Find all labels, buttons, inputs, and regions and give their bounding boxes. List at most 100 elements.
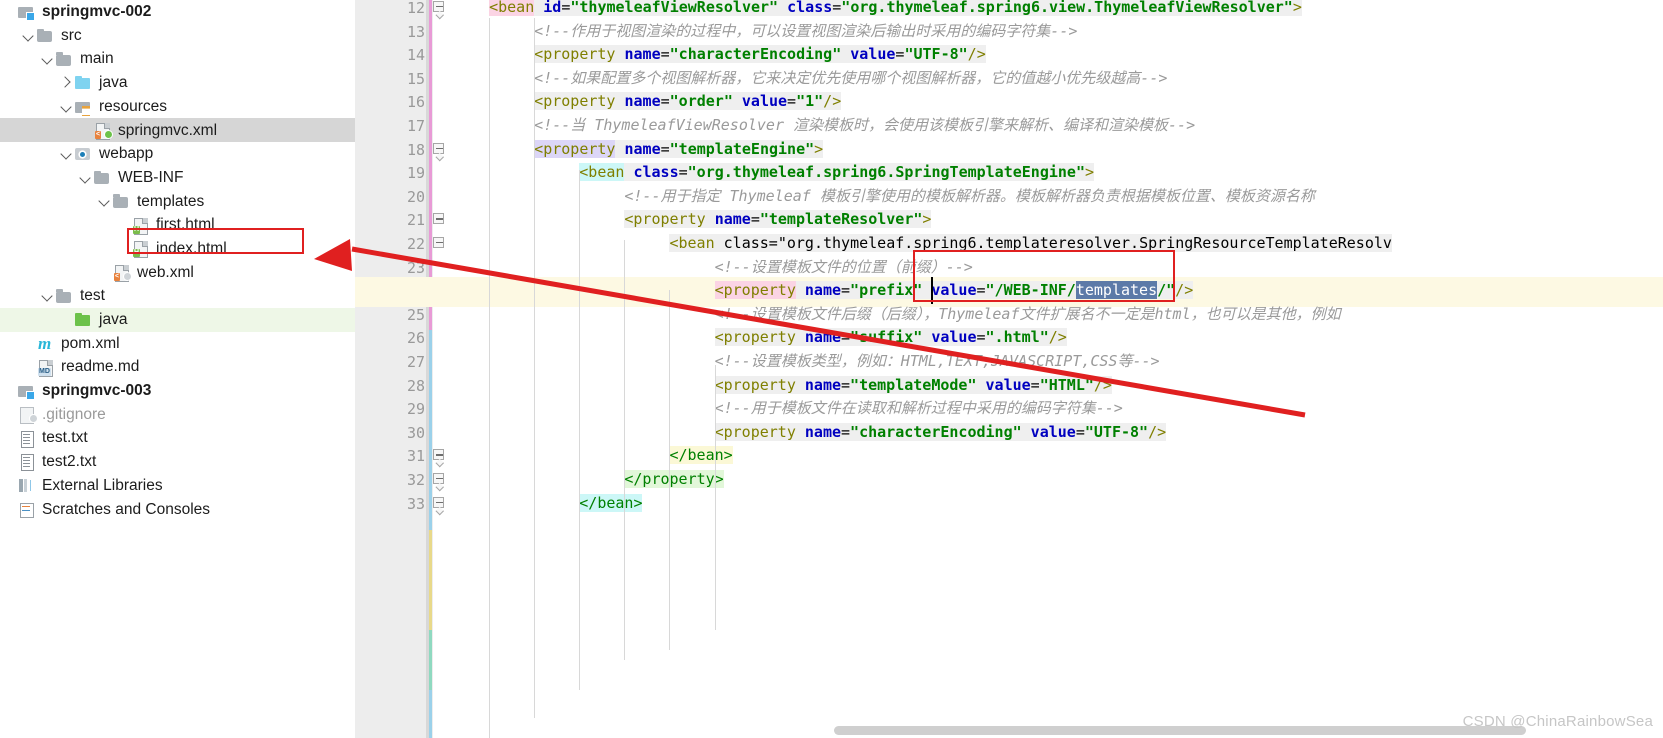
tree-item-external-libraries[interactable]: External Libraries <box>0 474 355 498</box>
tree-item-index-html[interactable]: Hindex.html <box>0 237 355 261</box>
code-content[interactable]: <bean id="thymeleafViewResolver" class="… <box>453 0 1663 738</box>
tree-item-main[interactable]: main <box>0 47 355 71</box>
tree-item-java[interactable]: java <box>0 71 355 95</box>
code-line-18[interactable]: <property name="templateEngine"> <box>534 139 823 159</box>
tree-item-src[interactable]: src <box>0 24 355 48</box>
code-line-28[interactable]: <property name="templateMode" value="HTM… <box>715 375 1112 395</box>
code-line-14[interactable]: <property name="characterEncoding" value… <box>534 44 986 64</box>
code-folding-strip[interactable] <box>429 0 453 738</box>
tree-item-test[interactable]: test <box>0 284 355 308</box>
project-tree-panel[interactable]: springmvc-002srcmainjavaresources<spring… <box>0 0 355 738</box>
fold-toggle-icon[interactable] <box>433 1 444 12</box>
tree-item-label: readme.md <box>61 359 139 375</box>
chevron-down-icon[interactable] <box>59 146 74 162</box>
code-line-20[interactable]: <!--用于指定 Thymeleaf 模板引擎使用的模板解析器。模板解析器负责根… <box>624 186 1314 206</box>
fold-toggle-icon[interactable] <box>433 237 444 248</box>
code-line-30[interactable]: <property name="characterEncoding" value… <box>715 422 1167 442</box>
tree-arrow-spacer <box>2 430 17 446</box>
code-line-22[interactable]: <bean class="org.thymeleaf.spring6.templ… <box>669 233 1391 253</box>
tree-arrow-spacer <box>2 4 17 20</box>
tree-item-web-inf[interactable]: WEB-INF <box>0 166 355 190</box>
tree-item-label: springmvc-003 <box>42 383 151 399</box>
fold-toggle-icon[interactable] <box>433 449 444 460</box>
tree-arrow-spacer <box>2 478 17 494</box>
line-number: 32 <box>407 470 425 490</box>
code-line-17[interactable]: <!--当 ThymeleafViewResolver 渲染模板时，会使用该模板… <box>534 115 1195 135</box>
tree-item-label: templates <box>137 194 204 210</box>
xml-file-icon: < <box>93 122 113 139</box>
tree-item--gitignore[interactable]: .gitignore <box>0 403 355 427</box>
chevron-down-icon[interactable] <box>78 170 93 186</box>
code-line-27[interactable]: <!--设置模板类型，例如：HTML,TEXT,JAVASCRIPT,CSS等-… <box>715 351 1160 371</box>
code-line-26[interactable]: <property name="suffix" value=".html"/> <box>715 327 1067 347</box>
chevron-down-icon[interactable] <box>97 193 112 209</box>
html-file-icon: H <box>131 240 151 257</box>
code-line-12[interactable]: <bean id="thymeleafViewResolver" class="… <box>489 0 1302 17</box>
line-number: 15 <box>407 69 425 89</box>
indent-guide <box>489 18 490 738</box>
tree-item-webapp[interactable]: webapp <box>0 142 355 166</box>
tree-item-label: webapp <box>99 146 153 162</box>
tree-item-springmvc-002[interactable]: springmvc-002 <box>0 0 355 24</box>
code-editor[interactable]: 1213141516171819202122232425262728293031… <box>355 0 1663 738</box>
code-line-29[interactable]: <!--用于模板文件在读取和解析过程中采用的编码字符集--> <box>715 398 1123 418</box>
code-line-15[interactable]: <!--如果配置多个视图解析器，它来决定优先使用哪个视图解析器，它的值越小优先级… <box>534 68 1167 88</box>
code-line-23[interactable]: <!--设置模板文件的位置（前缀）--> <box>715 257 973 277</box>
code-line-24[interactable]: <property name="prefix" value="/WEB-INF/… <box>715 280 1194 300</box>
webapp-folder-icon <box>74 145 94 162</box>
tree-item-readme-md[interactable]: MD readme.md <box>0 355 355 379</box>
tree-item-resources[interactable]: resources <box>0 95 355 119</box>
line-number: 16 <box>407 92 425 112</box>
tree-item-scratches-and-consoles[interactable]: Scratches and Consoles <box>0 497 355 521</box>
xml-file-icon: < <box>112 264 132 281</box>
fold-toggle-icon[interactable] <box>433 497 444 508</box>
tree-item-label: springmvc-002 <box>42 4 151 20</box>
code-line-25[interactable]: <!--设置模板文件后缀（后缀），Thymeleaf文件扩展名不一定是html，… <box>715 304 1341 324</box>
line-number: 21 <box>407 210 425 230</box>
fold-toggle-icon[interactable] <box>433 143 444 154</box>
code-line-32[interactable]: </property> <box>624 469 723 489</box>
line-number: 31 <box>407 446 425 466</box>
tree-arrow-spacer <box>2 501 17 517</box>
tree-item-springmvc-xml[interactable]: <springmvc.xml <box>0 118 355 142</box>
chevron-down-icon[interactable] <box>21 28 36 44</box>
markdown-file-icon: MD <box>36 359 56 376</box>
code-line-19[interactable]: <bean class="org.thymeleaf.spring6.Sprin… <box>579 162 1094 182</box>
tree-item-test2-txt[interactable]: test2.txt <box>0 450 355 474</box>
code-line-31[interactable]: </bean> <box>669 445 732 465</box>
resources-folder-icon <box>74 98 94 115</box>
tree-item-label: first.html <box>156 217 215 233</box>
tree-item-web-xml[interactable]: < web.xml <box>0 261 355 285</box>
chevron-down-icon[interactable] <box>40 51 55 67</box>
tree-item-templates[interactable]: templates <box>0 190 355 214</box>
xml-badge: < <box>114 273 120 281</box>
code-line-16[interactable]: <property name="order" value="1"/> <box>534 91 841 111</box>
tree-item-label: web.xml <box>137 265 194 281</box>
tree-item-java[interactable]: java <box>0 308 355 332</box>
line-number: 13 <box>407 22 425 42</box>
tree-arrow-spacer <box>2 454 17 470</box>
line-number: 29 <box>407 399 425 419</box>
tree-item-label: src <box>61 28 82 44</box>
fold-toggle-icon[interactable] <box>433 213 444 224</box>
horizontal-scrollbar[interactable] <box>834 726 1526 735</box>
chevron-down-icon[interactable] <box>59 99 74 115</box>
fold-toggle-icon[interactable] <box>433 473 444 484</box>
code-line-13[interactable]: <!--作用于视图渲染的过程中，可以设置视图渲染后输出时采用的编码字符集--> <box>534 21 1077 41</box>
code-line-21[interactable]: <property name="templateResolver"> <box>624 209 931 229</box>
editor-gutter[interactable]: 1213141516171819202122232425262728293031… <box>355 0 433 738</box>
tree-item-label: test2.txt <box>42 454 96 470</box>
chevron-down-icon[interactable] <box>40 288 55 304</box>
tree-item-pom-xml[interactable]: pom.xml <box>0 332 355 356</box>
tree-item-first-html[interactable]: Hfirst.html <box>0 213 355 237</box>
tree-item-springmvc-003[interactable]: springmvc-003 <box>0 379 355 403</box>
chevron-right-icon[interactable] <box>59 75 74 91</box>
folder-icon <box>112 193 132 210</box>
maven-file-icon <box>36 335 56 352</box>
tree-item-label: test <box>80 288 105 304</box>
line-number: 22 <box>407 234 425 254</box>
tree-item-label: pom.xml <box>61 336 120 352</box>
code-line-33[interactable]: </bean> <box>579 493 642 513</box>
tree-item-test-txt[interactable]: test.txt <box>0 426 355 450</box>
folder-icon <box>93 169 113 186</box>
